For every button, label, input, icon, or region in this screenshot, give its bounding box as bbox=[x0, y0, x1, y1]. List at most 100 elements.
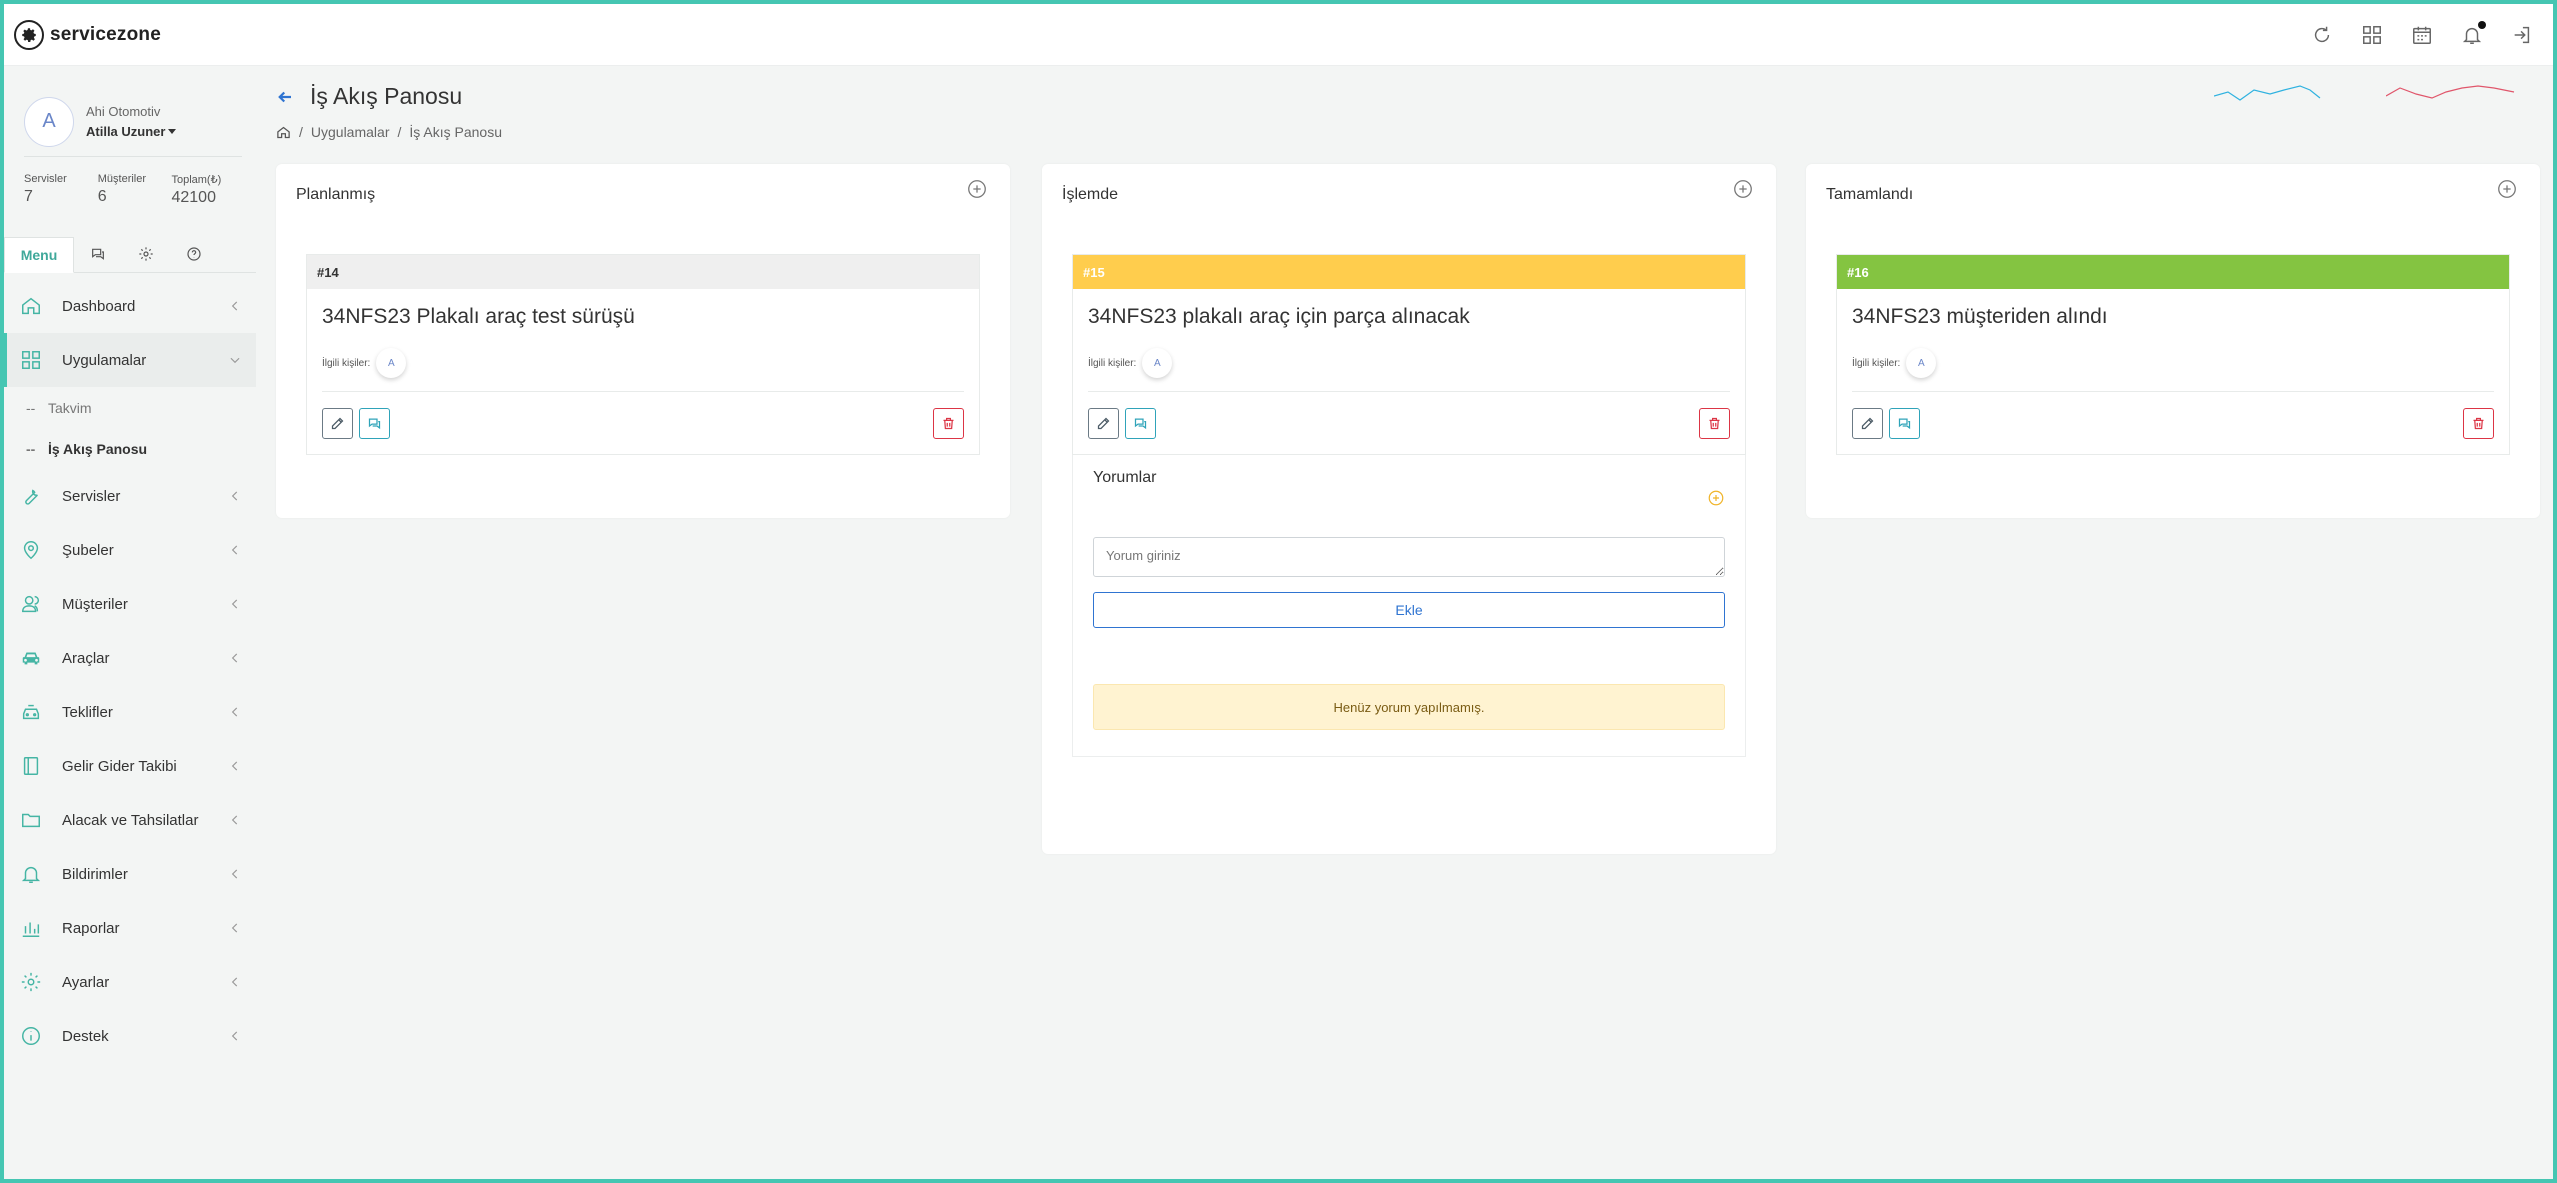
delete-button[interactable] bbox=[1699, 407, 1730, 439]
refresh-icon[interactable] bbox=[2311, 24, 2333, 46]
chevron-down-icon bbox=[228, 353, 242, 367]
caret-down-icon bbox=[168, 129, 177, 134]
sidebar-subitem-is-akis[interactable]: -- İş Akış Panosu bbox=[4, 428, 256, 469]
sidebar-item-dashboard[interactable]: Dashboard bbox=[4, 279, 256, 333]
task-card[interactable]: #14 34NFS23 Plakalı araç test sürüşü İlg… bbox=[306, 254, 980, 455]
comment-button[interactable] bbox=[359, 407, 390, 439]
people-label: İlgili kişiler: bbox=[1088, 357, 1137, 369]
sidebar-nav: Dashboard Uygulamalar -- Takvim -- İş Ak… bbox=[4, 273, 256, 1063]
stat-value: 6 bbox=[97, 188, 107, 205]
sidebar-item-label: Araçlar bbox=[62, 649, 110, 667]
sidebar-item-teklifler[interactable]: Teklifler bbox=[4, 685, 256, 739]
back-arrow-icon[interactable] bbox=[276, 88, 296, 108]
sidebar-item-subeler[interactable]: Şubeler bbox=[4, 523, 256, 577]
logout-icon[interactable] bbox=[2511, 24, 2533, 46]
tab-settings[interactable] bbox=[122, 236, 170, 272]
add-comment-button[interactable]: Ekle bbox=[1093, 592, 1725, 628]
sidebar-item-label: Dashboard bbox=[62, 297, 136, 315]
edit-button[interactable] bbox=[322, 407, 353, 439]
column-tamamlandi: Tamamlandı #16 34NFS23 müşteriden alındı… bbox=[1806, 164, 2540, 518]
add-circle-icon[interactable] bbox=[1732, 178, 1754, 200]
delete-button[interactable] bbox=[933, 407, 964, 439]
tab-help[interactable] bbox=[170, 236, 218, 272]
sidebar: A Ahi Otomotiv Atilla Uzuner Servisler 7… bbox=[4, 66, 256, 1179]
bar-chart-icon bbox=[20, 917, 42, 939]
card-people: İlgili kişiler: A bbox=[1073, 347, 1745, 379]
brand[interactable]: servicezone bbox=[14, 19, 161, 50]
avatar[interactable]: A bbox=[1906, 348, 1937, 378]
sparkline-red bbox=[2386, 85, 2515, 99]
home-icon bbox=[20, 295, 42, 317]
edit-button[interactable] bbox=[1088, 407, 1119, 439]
tab-menu[interactable]: Menu bbox=[4, 237, 74, 273]
chat-icon bbox=[1898, 418, 1911, 429]
sidebar-item-destek[interactable]: Destek bbox=[4, 1009, 256, 1063]
card-title: 34NFS23 müşteriden alındı bbox=[1852, 305, 2108, 328]
tab-chat[interactable] bbox=[74, 236, 122, 272]
bell-icon bbox=[20, 863, 42, 885]
sidebar-item-servisler[interactable]: Servisler bbox=[4, 469, 256, 523]
chevron-left-icon bbox=[228, 705, 242, 719]
edit-icon bbox=[331, 417, 344, 429]
comment-button[interactable] bbox=[1889, 407, 1920, 439]
add-circle-icon[interactable] bbox=[966, 178, 988, 200]
task-card[interactable]: #15 34NFS23 plakalı araç için parça alın… bbox=[1072, 254, 1746, 455]
sidebar-subitem-takvim[interactable]: -- Takvim bbox=[4, 387, 256, 428]
top-bar: servicezone bbox=[4, 4, 2553, 66]
sidebar-item-gelir-gider[interactable]: Gelir Gider Takibi bbox=[4, 739, 256, 793]
sidebar-item-ayarlar[interactable]: Ayarlar bbox=[4, 955, 256, 1009]
add-comment-icon[interactable] bbox=[1707, 489, 1725, 507]
stat-value: 7 bbox=[24, 188, 33, 205]
gear-logo-icon bbox=[14, 19, 44, 50]
edit-button[interactable] bbox=[1852, 407, 1883, 439]
comments-title: Yorumlar bbox=[1093, 469, 1157, 486]
comment-button[interactable] bbox=[1125, 407, 1156, 439]
map-pin-icon bbox=[20, 539, 42, 561]
sidebar-item-label: Müşteriler bbox=[62, 595, 128, 613]
sidebar-item-label: Destek bbox=[62, 1027, 109, 1045]
avatar[interactable]: A bbox=[376, 348, 407, 378]
user-name: Atilla Uzuner bbox=[86, 124, 166, 139]
sidebar-item-bildirimler[interactable]: Bildirimler bbox=[4, 847, 256, 901]
main-content: İş Akış Panosu / Uygulamalar / İş Akış P… bbox=[276, 66, 2553, 1179]
stat-label: Müşteriler bbox=[97, 173, 147, 185]
chevron-left-icon bbox=[228, 299, 242, 313]
wrench-icon bbox=[20, 485, 42, 507]
calendar-icon[interactable] bbox=[2411, 24, 2433, 46]
card-id: #16 bbox=[1837, 255, 2509, 289]
bell-icon[interactable] bbox=[2461, 20, 2486, 46]
delete-button[interactable] bbox=[2463, 407, 2494, 439]
task-card[interactable]: #16 34NFS23 müşteriden alındı İlgili kiş… bbox=[1836, 254, 2510, 455]
comment-input[interactable] bbox=[1093, 537, 1725, 577]
offer-car-icon bbox=[20, 701, 42, 723]
breadcrumb-item[interactable]: Uygulamalar bbox=[311, 124, 390, 140]
avatar[interactable]: A bbox=[1142, 348, 1173, 378]
user-box: A Ahi Otomotiv Atilla Uzuner bbox=[4, 66, 256, 156]
breadcrumb-separator: / bbox=[397, 124, 402, 140]
sidebar-item-araclar[interactable]: Araçlar bbox=[4, 631, 256, 685]
chevron-left-icon bbox=[228, 975, 242, 989]
chat-icon bbox=[92, 248, 104, 260]
page-title: İş Akış Panosu bbox=[310, 83, 463, 109]
stat-musteriler: Müşteriler 6 bbox=[98, 173, 172, 215]
add-circle-icon[interactable] bbox=[2496, 178, 2518, 200]
sidebar-item-raporlar[interactable]: Raporlar bbox=[4, 901, 256, 955]
card-actions bbox=[307, 392, 979, 454]
avatar[interactable]: A bbox=[24, 96, 74, 147]
sparkline-blue bbox=[2214, 85, 2321, 101]
apps-grid-icon[interactable] bbox=[2361, 24, 2383, 46]
chevron-left-icon bbox=[228, 1029, 242, 1043]
sidebar-item-musteriler[interactable]: Müşteriler bbox=[4, 577, 256, 631]
user-menu-toggle[interactable]: Atilla Uzuner bbox=[86, 124, 177, 139]
card-actions bbox=[1837, 392, 2509, 454]
sidebar-item-alacak[interactable]: Alacak ve Tahsilatlar bbox=[4, 793, 256, 847]
edit-icon bbox=[1861, 417, 1874, 429]
card-title: 34NFS23 Plakalı araç test sürüşü bbox=[322, 305, 635, 328]
top-icons bbox=[2311, 20, 2533, 46]
chevron-left-icon bbox=[228, 651, 242, 665]
home-icon[interactable] bbox=[276, 125, 291, 140]
trash-icon bbox=[943, 417, 954, 429]
chevron-left-icon bbox=[228, 813, 242, 827]
sidebar-item-uygulamalar[interactable]: Uygulamalar bbox=[4, 333, 256, 387]
user-info: Ahi Otomotiv Atilla Uzuner bbox=[86, 104, 177, 139]
